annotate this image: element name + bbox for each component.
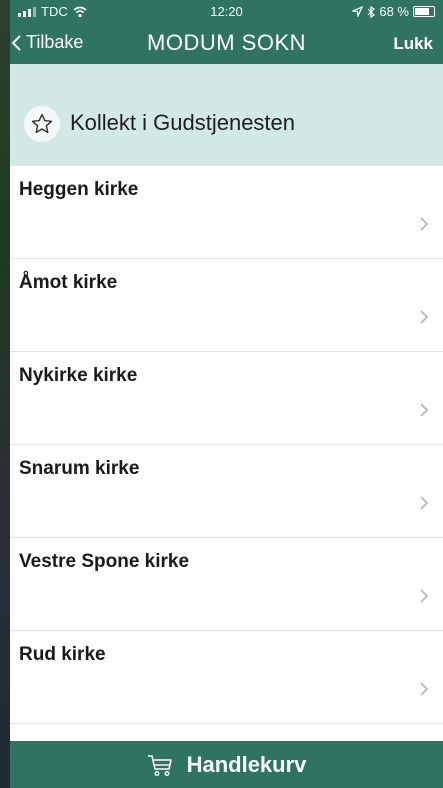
section-header: Kollekt i Gudstjenesten — [10, 64, 443, 166]
favorite-button[interactable] — [24, 106, 60, 142]
list-item[interactable]: Snarum kirke — [10, 445, 443, 538]
status-right: 68 % — [352, 4, 435, 19]
list-item[interactable]: Nykirke kirke — [10, 352, 443, 445]
list-item[interactable]: Rud kirke — [10, 631, 443, 724]
chevron-right-icon — [420, 310, 429, 324]
page-title: MODUM SOKN — [147, 30, 306, 55]
list-item-label: Heggen kirke — [19, 179, 139, 200]
church-list: Heggen kirke Åmot kirke Nykirke kirke Sn… — [10, 166, 443, 724]
phone-screen: TDC 12:20 68 % Tilbake MODUM SOKN Lukk K… — [10, 0, 443, 788]
list-item[interactable]: Åmot kirke — [10, 259, 443, 352]
cart-label: Handlekurv — [186, 751, 307, 777]
battery-icon — [413, 6, 435, 17]
list-item[interactable]: Heggen kirke — [10, 166, 443, 259]
cart-button[interactable]: Handlekurv — [10, 741, 443, 788]
status-bar: TDC 12:20 68 % — [10, 0, 443, 22]
location-arrow-icon — [352, 6, 364, 17]
bluetooth-icon — [367, 5, 376, 18]
star-outline-icon — [31, 113, 53, 134]
background-edge — [0, 0, 10, 788]
battery-percent: 68 % — [379, 4, 409, 19]
navigation-bar: Tilbake MODUM SOKN Lukk — [10, 22, 443, 64]
shopping-cart-icon — [147, 754, 172, 776]
list-item[interactable]: Vestre Spone kirke — [10, 538, 443, 631]
close-button[interactable]: Lukk — [393, 34, 433, 54]
list-item-label: Rud kirke — [19, 644, 106, 665]
battery-fill — [415, 8, 429, 15]
chevron-right-icon — [420, 589, 429, 603]
list-item-label: Åmot kirke — [19, 272, 118, 293]
chevron-right-icon — [420, 403, 429, 417]
chevron-right-icon — [420, 217, 429, 231]
list-item-label: Nykirke kirke — [19, 365, 138, 386]
list-item-label: Snarum kirke — [19, 458, 140, 479]
list-item-label: Vestre Spone kirke — [19, 551, 190, 572]
chevron-right-icon — [420, 682, 429, 696]
section-title: Kollekt i Gudstjenesten — [70, 110, 296, 135]
chevron-right-icon — [420, 496, 429, 510]
